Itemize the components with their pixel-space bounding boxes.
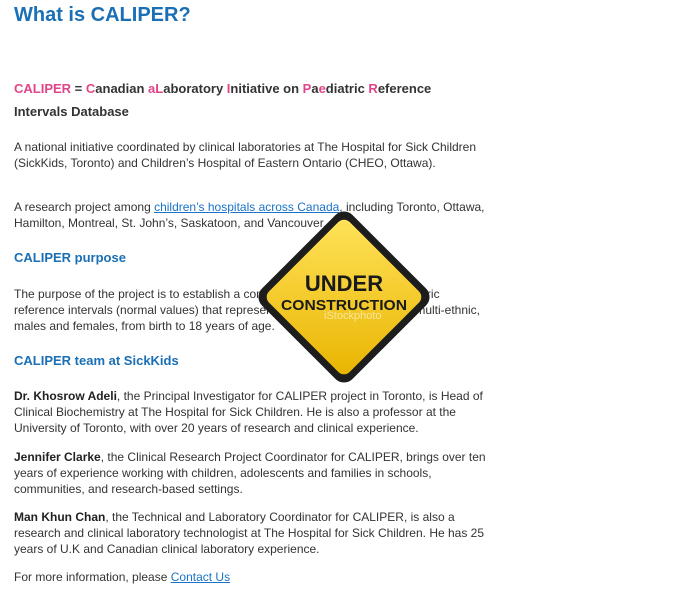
contact-line: For more information, please Contact Us [14,570,231,584]
purpose-heading: CALIPER purpose [14,250,126,265]
team-member-chan: Man Khun Chan, the Technical and Laborat… [14,510,485,556]
definition-last-line: Intervals Database [14,104,129,119]
team-member-clarke: Jennifer Clarke, the Clinical Research P… [14,450,486,496]
contact-us-link[interactable]: Contact Us [171,570,230,584]
acronym-initial: e [318,81,326,96]
acronym-word-rest: nitiative on [230,81,303,96]
acronym-initial: C [85,81,96,96]
acronym: CALIPER [14,81,72,96]
equals: = [71,81,86,96]
caliper-definition: CALIPER = Canadian aLaboratory Initiativ… [14,77,484,123]
acronym-word-rest: a [311,81,319,96]
sign-line-under: UNDER [305,271,383,296]
acronym-word-rest: eference [377,81,432,96]
team-member-adeli: Dr. Khosrow Adeli, the Principal Investi… [14,389,483,435]
acronym-word-rest: diatric [325,81,369,96]
team-heading: CALIPER team at SickKids [14,353,179,368]
watermark-text: iStockphoto [324,310,381,322]
acronym-initial: R [368,81,378,96]
acronym-word-rest: anadian [95,81,149,96]
acronym-word-rest: aboratory [163,81,227,96]
acronym-expansion: Canadian aLaboratory Initiative on Paedi… [86,81,431,96]
intro-paragraph-1: A national initiative coordinated by cli… [14,140,477,170]
under-construction-sign: UNDER CONSTRUCTION iStockphoto [258,211,430,383]
page-title: What is CALIPER? [14,4,191,26]
